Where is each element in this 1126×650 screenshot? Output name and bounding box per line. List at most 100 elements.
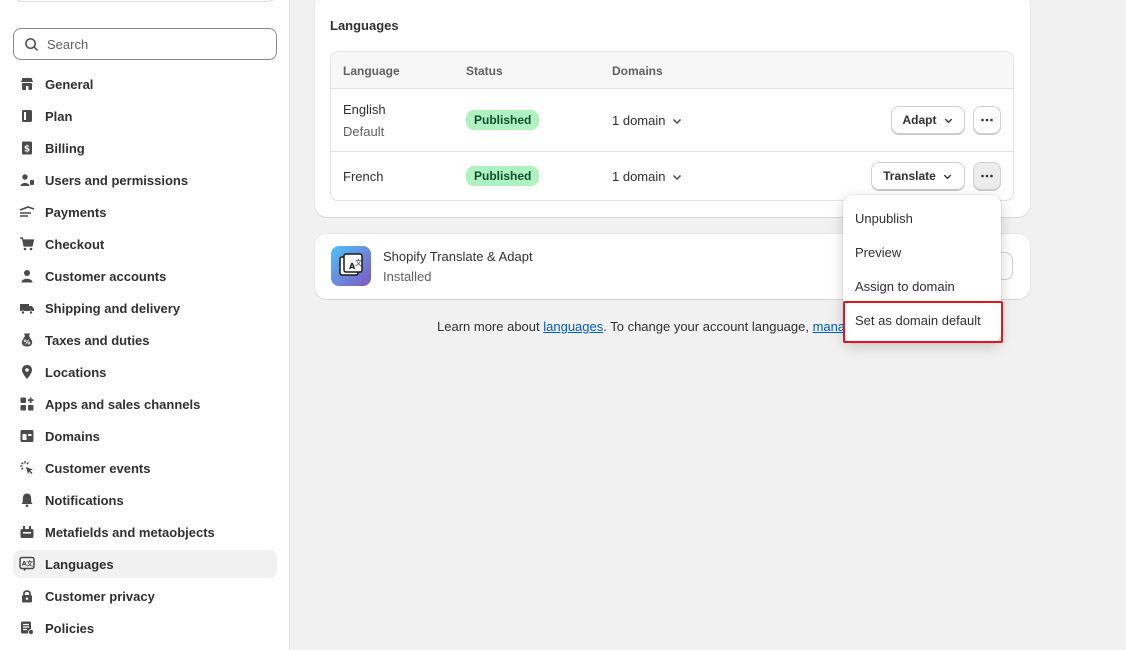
sidebar-top-edge: [14, 0, 276, 2]
sidebar-item-label: Billing: [45, 140, 85, 156]
settings-sidebar: Search General Plan $ Billing Users and …: [0, 0, 290, 650]
svg-text:%: %: [23, 339, 30, 347]
svg-text:$: $: [24, 145, 30, 155]
language-icon: A文: [19, 556, 35, 572]
sidebar-item-label: Customer events: [45, 460, 151, 476]
chevron-down-icon: [943, 174, 952, 179]
menu-item-unpublish[interactable]: Unpublish: [855, 211, 913, 226]
languages-title: Languages: [330, 18, 399, 33]
lock-icon: [19, 588, 35, 604]
sidebar-item-label: Policies: [45, 620, 95, 636]
domain-dropdown[interactable]: 1 domain: [612, 169, 683, 184]
sidebar-item-customer-events[interactable]: Customer events: [13, 454, 277, 482]
sidebar-item-general[interactable]: General: [13, 70, 277, 98]
translate-app-icon: A 文: [331, 246, 371, 286]
metafields-icon: [19, 524, 35, 540]
domain-dropdown[interactable]: 1 domain: [612, 113, 683, 128]
sidebar-item-shipping[interactable]: Shipping and delivery: [13, 294, 277, 322]
sidebar-item-label: Apps and sales channels: [45, 396, 201, 412]
translate-button[interactable]: Translate: [871, 162, 965, 190]
chevron-down-icon: [944, 118, 952, 123]
status-badge: Published: [466, 110, 540, 130]
more-horizontal-icon: [981, 118, 993, 122]
header-domains: Domains: [612, 64, 663, 78]
sidebar-item-customer-privacy[interactable]: Customer privacy: [13, 582, 277, 610]
languages-table: Language Status Domains English Default …: [330, 51, 1014, 201]
sidebar-item-notifications[interactable]: Notifications: [13, 486, 277, 514]
apps-icon: [19, 396, 35, 412]
app-title: Shopify Translate & Adapt: [383, 249, 533, 264]
cursor-icon: [19, 460, 35, 476]
help-text: Learn more about languages. To change yo…: [437, 319, 853, 334]
person-icon: [19, 268, 35, 284]
highlight-box: [843, 301, 1003, 343]
settings-nav: General Plan $ Billing Users and permiss…: [13, 70, 277, 646]
sidebar-item-metafields[interactable]: Metafields and metaobjects: [13, 518, 277, 546]
sidebar-item-label: General: [45, 76, 94, 92]
sidebar-item-label: Customer accounts: [45, 268, 167, 284]
domain-count: 1 domain: [612, 169, 666, 184]
policies-icon: [19, 620, 35, 636]
sidebar-item-payments[interactable]: Payments: [13, 198, 277, 226]
table-row: English Default Published 1 domain Adapt: [331, 89, 1013, 152]
billing-icon: $: [19, 140, 35, 156]
search-input[interactable]: Search: [13, 28, 277, 60]
domains-icon: [19, 428, 35, 444]
tax-icon: %: [19, 332, 35, 348]
sidebar-item-customer-accounts[interactable]: Customer accounts: [13, 262, 277, 290]
chevron-down-icon: [673, 118, 682, 124]
chevron-down-icon: [673, 174, 682, 180]
cart-icon: [19, 236, 35, 252]
status-badge: Published: [466, 166, 540, 186]
sidebar-item-label: Customer privacy: [45, 588, 155, 604]
svg-text:文: 文: [26, 559, 34, 568]
languages-card: Languages Language Status Domains Englis…: [315, 0, 1030, 217]
header-status: Status: [466, 64, 503, 78]
search-icon: [25, 37, 38, 51]
header-language: Language: [343, 64, 400, 78]
sidebar-item-taxes[interactable]: % Taxes and duties: [13, 326, 277, 354]
payments-icon: [19, 204, 35, 220]
more-horizontal-icon: [981, 174, 993, 178]
sidebar-item-plan[interactable]: Plan: [13, 102, 277, 130]
sidebar-item-label: Payments: [45, 204, 107, 220]
truck-icon: [19, 300, 35, 316]
store-icon: [19, 76, 35, 92]
menu-item-preview[interactable]: Preview: [855, 245, 901, 260]
language-default-label: Default: [343, 124, 385, 139]
sidebar-item-users[interactable]: Users and permissions: [13, 166, 277, 194]
location-icon: [19, 364, 35, 380]
language-name: French: [343, 169, 384, 184]
plan-icon: [19, 108, 35, 124]
menu-item-assign-to-domain[interactable]: Assign to domain: [855, 279, 955, 294]
sidebar-item-locations[interactable]: Locations: [13, 358, 277, 386]
sidebar-item-label: Domains: [45, 428, 100, 444]
sidebar-item-label: Locations: [45, 364, 107, 380]
sidebar-item-label: Plan: [45, 108, 73, 124]
sidebar-item-domains[interactable]: Domains: [13, 422, 277, 450]
sidebar-item-policies[interactable]: Policies: [13, 614, 277, 642]
table-row: French Published 1 domain Translate: [331, 152, 1013, 200]
app-action-button[interactable]: [1001, 252, 1013, 280]
table-header: Language Status Domains: [331, 52, 1013, 89]
sidebar-item-checkout[interactable]: Checkout: [13, 230, 277, 258]
languages-link[interactable]: languages: [543, 319, 603, 334]
sidebar-item-languages[interactable]: A文 Languages: [13, 550, 277, 578]
adapt-button-label: Adapt: [902, 113, 937, 127]
sidebar-item-label: Taxes and duties: [45, 332, 150, 348]
bell-icon: [19, 492, 35, 508]
svg-text:文: 文: [355, 258, 362, 267]
language-name: English: [343, 102, 386, 117]
more-actions-button[interactable]: [973, 162, 1001, 190]
sidebar-item-apps[interactable]: Apps and sales channels: [13, 390, 277, 418]
sidebar-item-label: Notifications: [45, 492, 124, 508]
translate-button-label: Translate: [883, 169, 936, 183]
more-actions-button[interactable]: [973, 106, 1001, 134]
help-text-middle: . To change your account language,: [603, 319, 813, 334]
search-placeholder: Search: [47, 36, 89, 52]
sidebar-item-billing[interactable]: $ Billing: [13, 134, 277, 162]
sidebar-item-label: Languages: [45, 556, 114, 572]
users-icon: [19, 172, 35, 188]
adapt-button[interactable]: Adapt: [891, 106, 965, 134]
sidebar-item-label: Checkout: [45, 236, 105, 252]
